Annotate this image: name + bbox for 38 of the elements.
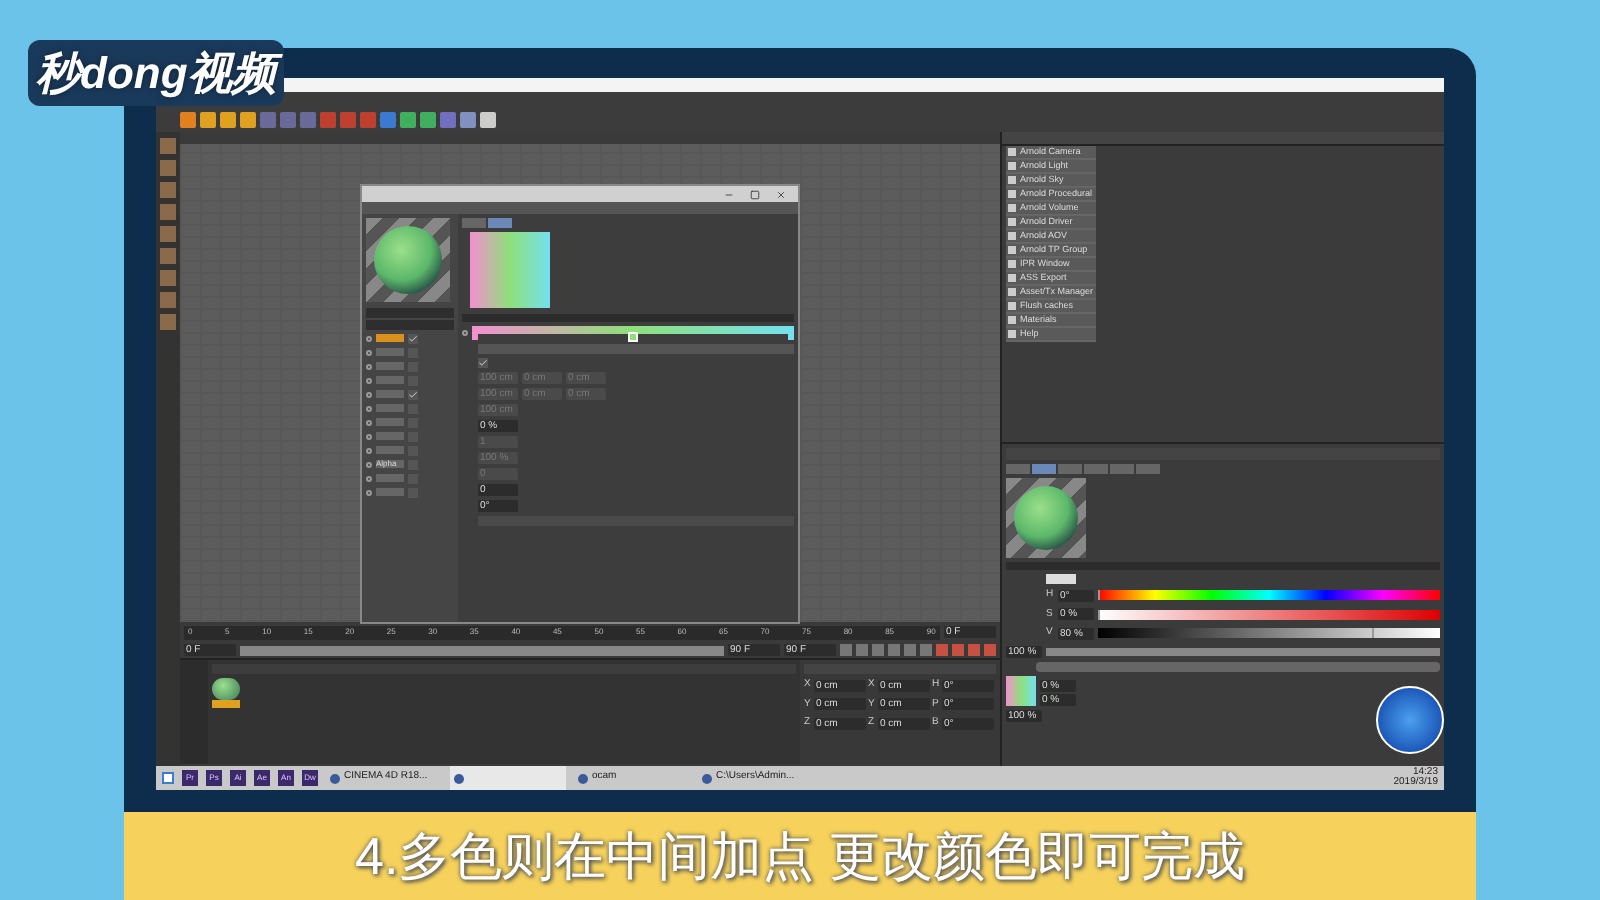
gradient-knot[interactable] [630,334,636,340]
editor-tab[interactable] [462,218,486,228]
color-slider[interactable] [1098,609,1440,620]
gradient-knot[interactable] [788,334,794,340]
cycle-checkbox[interactable] [478,358,488,368]
channel-item[interactable] [376,362,404,370]
minimize-icon[interactable] [724,189,734,199]
channel-checkbox[interactable] [408,389,418,399]
subtitle: 4.多色则在中间加点 更改颜色即可完成 [355,823,1245,889]
maximize-icon[interactable] [750,189,760,199]
attribute-tab[interactable] [1058,464,1082,474]
gradient-knot[interactable] [472,334,478,340]
channel-item[interactable] [376,488,404,496]
color-slider[interactable] [1098,628,1440,639]
attribute-tab[interactable] [1136,464,1160,474]
attribute-tab[interactable] [1084,464,1108,474]
texture-button[interactable] [1036,661,1440,671]
taskbar-window[interactable] [450,766,566,790]
attribute-tab[interactable] [1032,464,1056,474]
start-icon[interactable] [162,772,174,784]
channel-checkbox[interactable] [408,333,418,343]
material-preview [1006,478,1086,558]
channel-item[interactable] [376,474,404,482]
material-thumbnail[interactable] [212,678,240,710]
channel-item[interactable] [376,418,404,426]
attribute-tab[interactable] [1110,464,1134,474]
color-swatch[interactable] [1046,574,1076,584]
gradient-bar[interactable] [472,326,794,334]
channel-item[interactable] [376,432,404,440]
color-slider[interactable] [1098,590,1440,601]
editor-tab[interactable] [488,218,512,228]
attribute-tab[interactable] [1006,464,1030,474]
logo: 秒dong视频 [28,40,284,106]
range-slider[interactable] [240,645,724,655]
gradient-thumbnail [1006,675,1036,705]
channel-item[interactable] [376,446,404,454]
material-preview [366,218,450,302]
gradient-preview [470,232,550,308]
